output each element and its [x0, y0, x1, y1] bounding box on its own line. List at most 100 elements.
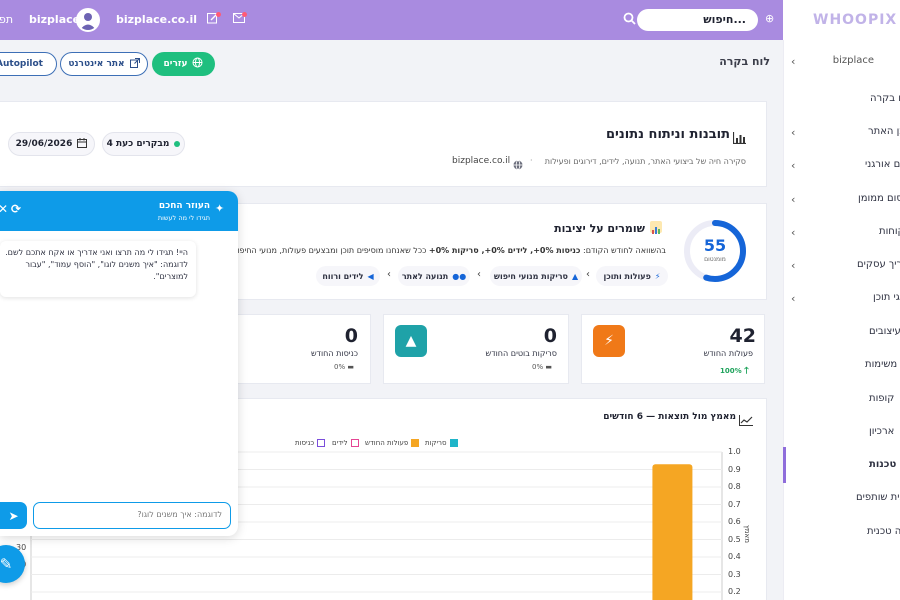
- chevron-left-icon: ‹: [477, 269, 481, 280]
- send-icon: ➤: [8, 508, 19, 523]
- chip-label: סריקות מנועי חיפוש: [493, 271, 568, 281]
- stat-value: 0: [543, 325, 557, 347]
- y-tick-label: 0.6: [728, 517, 741, 526]
- chip-traffic[interactable]: ●● תנועה לאתר: [398, 266, 470, 286]
- legend-item-crawls[interactable]: סריקות: [425, 439, 458, 447]
- autopilot-label: Autopilot: [0, 59, 43, 69]
- legend-label: פעולות החודש: [365, 439, 409, 447]
- stat-label: כניסות החודש: [310, 349, 358, 358]
- minus-icon: ▬: [545, 363, 552, 371]
- description-suffix: ככל שאנחנו מוסיפים תוכן ומבצעים פעולות, …: [238, 246, 427, 255]
- chevron-icon: ‹: [791, 55, 796, 68]
- help-button[interactable]: עזרים: [152, 52, 215, 76]
- sidebar-item-dashboard[interactable]: לוח בקרה: [783, 93, 900, 113]
- bolt-icon: ⚡: [593, 325, 625, 357]
- sidebar-item-label: טכנות: [869, 459, 897, 470]
- insights-domain[interactable]: bizplace.co.il: [452, 156, 510, 166]
- site-link[interactable]: bizplace.co.il: [116, 13, 197, 26]
- insights-title: תובנות וניתוח נתונים: [605, 127, 730, 142]
- sidebar-item-archive[interactable]: ארכיון: [783, 426, 900, 446]
- sidebar-item-support[interactable]: תמיכה טכנית: [783, 526, 900, 546]
- description-stats: כניסות 0%+, לידים 0%+, סריקות 0%+: [428, 246, 581, 255]
- sidebar-item-label: תמיכה טכנית: [867, 526, 900, 537]
- legend-label: כניסות: [295, 439, 315, 447]
- sidebar-item-designs[interactable]: עיצובים: [783, 326, 900, 346]
- y-tick-label: 1.0: [728, 447, 741, 456]
- sidebar-item-label: קידום אורגני: [865, 159, 900, 170]
- refresh-icon[interactable]: ⟳: [11, 202, 21, 216]
- chart-emoji-icon: [650, 221, 662, 234]
- y-tick-label: 0.2: [728, 587, 741, 596]
- stat-change: 0% ▬: [532, 363, 552, 371]
- send-button[interactable]: ➤: [0, 502, 27, 529]
- momentum-score: 55: [703, 236, 727, 255]
- chip-leads[interactable]: ◀ לידים ורווח: [316, 266, 380, 286]
- sidebar-item-content[interactable]: ‹ תוכן האתר: [783, 126, 900, 146]
- legend-item-visits[interactable]: כניסות: [295, 439, 326, 447]
- sidebar-item-label: עיצובים: [869, 326, 900, 337]
- android-icon: ▲: [395, 325, 427, 357]
- date-picker[interactable]: 29/06/2026: [8, 132, 95, 156]
- sidebar-item-label: לוח בקרה: [870, 93, 900, 104]
- chip-label: לידים ורווח: [322, 271, 364, 281]
- top-edge-text[interactable]: תפו: [0, 13, 13, 26]
- sidebar-item-label: bizplace: [832, 55, 874, 66]
- sidebar-item-seo[interactable]: ‹ קידום אורגני: [783, 159, 900, 179]
- add-circle-icon[interactable]: ⊕: [765, 12, 774, 26]
- globe-icon: [513, 155, 523, 174]
- sidebar-item-clients[interactable]: ‹ לקוחות: [783, 226, 900, 246]
- sidebar-item-tasks[interactable]: משימות: [783, 359, 900, 379]
- momentum-title: שומרים על יציבות: [554, 222, 645, 235]
- logo-text: WHOOPIX: [813, 12, 898, 28]
- globe-icon: [192, 57, 203, 71]
- momentum-description: בהשוואה לחודש הקודם: כניסות 0%+, לידים 0…: [238, 246, 666, 258]
- external-link-icon: [129, 57, 140, 71]
- assistant-panel: העוזר החכם תגידו לי מה לעשות ✦ ⟳ ✕ היי! …: [0, 191, 238, 536]
- minus-icon: ▬: [347, 363, 354, 371]
- chevron-icon: ‹: [791, 226, 796, 239]
- y-tick-label: 0.4: [728, 552, 741, 561]
- live-dot-icon: [174, 141, 181, 147]
- legend-item-leads[interactable]: לידים: [332, 439, 359, 447]
- logo[interactable]: WHOOPIX: [783, 0, 900, 40]
- search-icon[interactable]: [623, 12, 636, 29]
- stat-label: סריקות בוטים החודש: [485, 349, 557, 358]
- website-button[interactable]: אתר אינטרנט: [60, 52, 148, 76]
- magic-wand-icon: ✦: [215, 202, 225, 215]
- legend-item-actions[interactable]: פעולות החודש: [365, 439, 420, 447]
- sidebar-item-label: תוכן האתר: [868, 126, 900, 137]
- sidebar-item-ads[interactable]: ‹ פרסום ממומן: [783, 193, 900, 213]
- username[interactable]: bizplace: [29, 13, 80, 26]
- sidebar-item-label: תוכנית שותפים: [856, 492, 900, 503]
- sidebar-item-affiliates[interactable]: תוכנית שותפים: [783, 492, 900, 512]
- legend-swatch: [411, 439, 420, 447]
- sidebar-item-cash[interactable]: קופות: [783, 393, 900, 413]
- chip-actions[interactable]: ⚡ פעולות ותוכן: [596, 266, 668, 286]
- sidebar-item-label: ארכיון: [869, 426, 895, 437]
- website-label: אתר אינטרנט: [68, 59, 125, 69]
- legend-label: סריקות: [425, 439, 447, 447]
- users-icon: ●●: [452, 271, 467, 281]
- sidebar-item-site[interactable]: ‹ bizplace: [783, 55, 900, 75]
- legend-swatch: [350, 439, 359, 447]
- edit-notification-dot: [216, 12, 221, 17]
- sidebar-item-directory[interactable]: ‹ מדריך עסקים: [783, 259, 900, 279]
- sidebar-item-active[interactable]: טכנות: [783, 459, 900, 479]
- search-input[interactable]: חיפוש...: [637, 9, 758, 31]
- legend-swatch: [317, 439, 326, 447]
- autopilot-button[interactable]: Autopilot: [0, 52, 57, 76]
- close-icon[interactable]: ✕: [0, 202, 8, 216]
- chip-label: תנועה לאתר: [401, 271, 449, 281]
- visitors-badge: 4 מבקרים כעת: [102, 132, 185, 156]
- stat-value: 0: [344, 325, 358, 347]
- stat-change-value: 100%: [720, 367, 742, 375]
- page-title: לוח בקרה: [719, 55, 770, 68]
- chart-title: מאמץ מול תוצאות — 6 חודשים: [603, 412, 736, 422]
- assistant-message: היי! תגידו לי מה תרצו ואני אדריך או אקח …: [0, 241, 196, 297]
- sidebar-item-content-types[interactable]: ‹ סוגי תוכן: [783, 292, 900, 312]
- chip-crawls[interactable]: ▲ סריקות מנועי חיפוש: [490, 266, 582, 286]
- sidebar-item-label: קופות: [869, 393, 895, 404]
- y-tick-label: 0.3: [728, 569, 741, 579]
- magic-wand-icon: ✎: [0, 555, 13, 573]
- assistant-input[interactable]: לדוגמה: איך משנים לוגו?: [33, 502, 231, 529]
